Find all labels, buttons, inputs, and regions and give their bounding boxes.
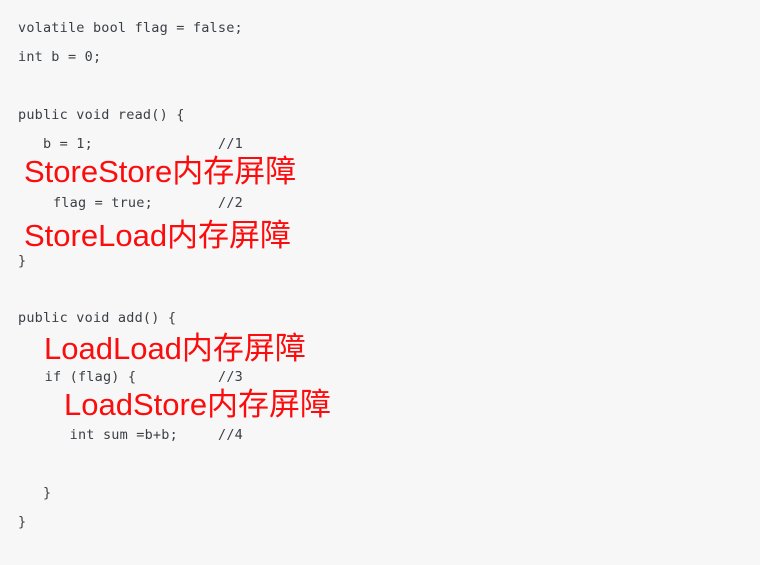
annot-loadload: LoadLoad内存屏障 xyxy=(44,331,306,366)
code-line: } xyxy=(18,253,27,269)
code-line: } xyxy=(18,514,27,530)
annot-storeload: StoreLoad内存屏障 xyxy=(24,218,292,253)
annot-loadstore: LoadStore内存屏障 xyxy=(64,387,332,422)
code-line: //3 xyxy=(218,369,243,385)
annot-storestore: StoreStore内存屏障 xyxy=(24,154,297,189)
code-line: int sum =b+b; xyxy=(28,427,178,443)
code-line: int b = 0; xyxy=(18,49,102,65)
code-block: volatile bool flag = false; int b = 0; pub… xyxy=(0,0,760,565)
code-line: flag = true; xyxy=(28,195,153,211)
code-line: volatile bool flag = false; xyxy=(18,20,243,36)
code-illustration-canvas: volatile bool flag = false; int b = 0; pub… xyxy=(0,0,760,565)
code-line: //1 xyxy=(218,136,243,152)
code-line: public void add() { xyxy=(18,310,177,326)
code-line: //2 xyxy=(218,195,243,211)
code-line: b = 1; xyxy=(18,136,93,152)
code-line: if (flag) { xyxy=(28,369,137,385)
code-line: //4 xyxy=(218,427,243,443)
code-line: } xyxy=(18,485,52,501)
code-line: public void read() { xyxy=(18,107,185,123)
